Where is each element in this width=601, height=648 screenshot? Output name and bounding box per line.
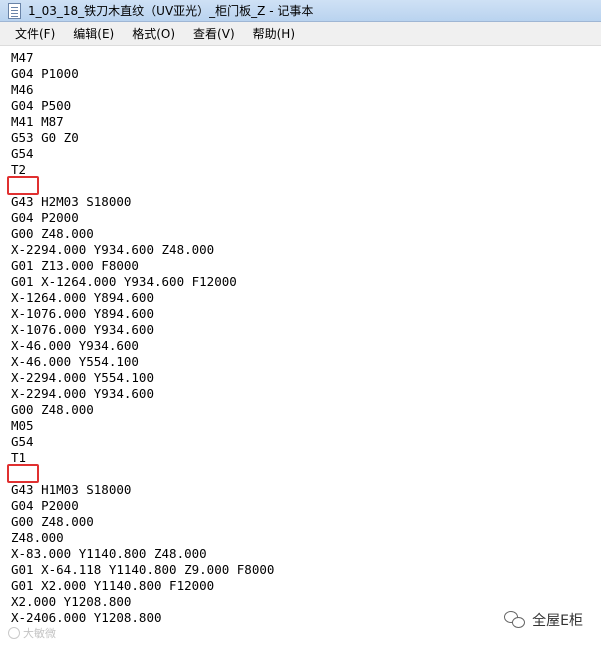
code-line: T2 [11,162,27,177]
menu-bar: 文件(F) 编辑(E) 格式(O) 查看(V) 帮助(H) [0,22,601,46]
code-line: X-2294.000 Y934.600 [11,386,154,401]
editor-lines: M47 G04 P1000 M46 G04 P500 M41 M87 G53 G… [7,50,275,626]
code-line: M03 S18000 [7,464,274,497]
code-line: X-2294.000 Y934.600 Z48.000 [11,242,215,257]
menu-help[interactable]: 帮助(H) [244,23,304,44]
code-line: X-2406.000 Y1208.800 [11,610,162,625]
code-line: G04 P2000 [11,498,79,513]
code-line: X2.000 Y1208.800 [11,594,132,609]
code-line: M47 [11,50,34,65]
text-editor[interactable]: M47 G04 P1000 M46 G04 P500 M41 M87 G53 G… [0,46,601,648]
code-line: X-2294.000 Y554.100 [11,370,154,385]
code-line: G53 G0 Z0 [11,130,79,145]
code-line: G00 Z48.000 [11,402,94,417]
watermark-logo-icon [8,627,20,639]
code-line: G43 H1 [11,482,57,497]
code-line: G01 X2.000 Y1140.800 F12000 [11,578,215,593]
code-line: X-46.000 Y554.100 [11,354,139,369]
code-line: X-83.000 Y1140.800 Z48.000 [11,546,207,561]
code-line: G04 P500 [11,98,72,113]
watermark-left-text: 大敏微 [23,627,56,640]
code-line: G00 Z48.000 [11,514,94,529]
wechat-icon [504,611,526,629]
code-line: M05 [11,418,34,433]
code-line: Z48.000 [11,530,64,545]
code-line: G01 Z13.000 F8000 [11,258,139,273]
code-line: G01 X-64.118 Y1140.800 Z9.000 F8000 [11,562,275,577]
window-title: 1_03_18_铁刀木直纹（UV亚光）_柜门板_Z - 记事本 [28,4,314,18]
code-line: M46 [11,82,34,97]
code-line: G43 H2 [11,194,57,209]
watermark-left: 大敏微 [8,625,56,641]
code-line: G00 Z48.000 [11,226,94,241]
title-bar[interactable]: 1_03_18_铁刀木直纹（UV亚光）_柜门板_Z - 记事本 [0,0,601,22]
code-line: G54 [11,434,34,449]
menu-file[interactable]: 文件(F) [6,23,64,44]
code-line: M03 S18000 [7,176,274,209]
code-line: X-1076.000 Y934.600 [11,322,154,337]
menu-view[interactable]: 查看(V) [184,23,244,44]
watermark-right-text: 全屋E柜 [532,613,583,629]
code-line: X-46.000 Y934.600 [11,338,139,353]
code-line: G04 P2000 [11,210,79,225]
menu-format[interactable]: 格式(O) [123,23,184,44]
code-line: M41 M87 [11,114,64,129]
code-line: T1 [11,450,27,465]
code-line: G01 X-1264.000 Y934.600 F12000 [11,274,237,289]
highlight-box [7,464,39,483]
code-line: X-1264.000 Y894.600 [11,290,154,305]
code-line: X-1076.000 Y894.600 [11,306,154,321]
notepad-icon [8,2,21,19]
code-line: G54 [11,146,34,161]
highlight-box [7,176,39,195]
watermark-right: 全屋E柜 [504,610,583,630]
menu-edit[interactable]: 编辑(E) [64,23,123,44]
code-line: G04 P1000 [11,66,79,81]
